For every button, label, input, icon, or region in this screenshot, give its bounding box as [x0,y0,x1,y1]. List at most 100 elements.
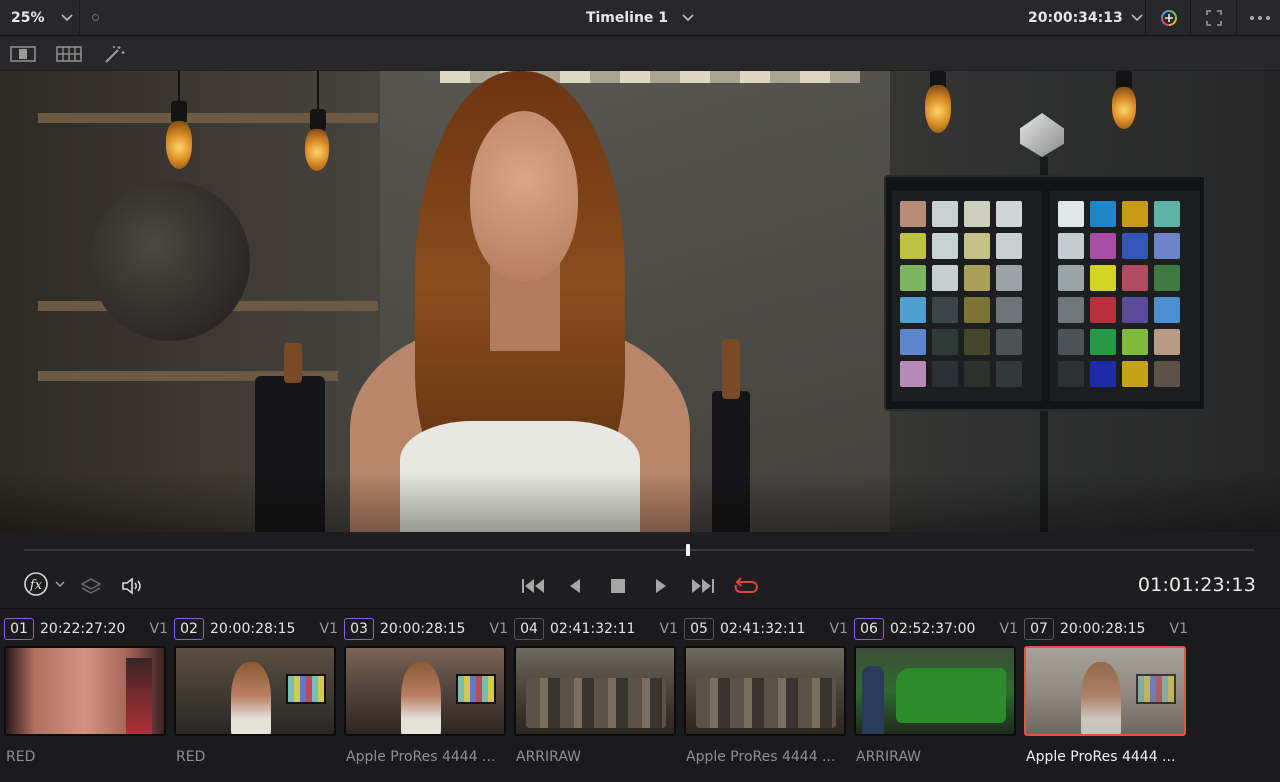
clip-number: 03 [344,618,374,640]
chevron-down-icon [60,10,73,26]
shelf [38,113,378,123]
magic-wand-icon[interactable] [100,43,130,65]
timeline-title: Timeline 1 [585,10,669,26]
clip-card-selected[interactable]: 07 20:00:28:15 V1 Apple ProRes 4444 ... [1022,617,1188,775]
header-timecode: 20:00:34:13 [1028,10,1123,26]
expand-icon[interactable] [1196,0,1232,36]
clip-track: V1 [999,621,1018,637]
clip-thumbnail[interactable] [174,646,336,736]
viewer-toolbar [0,37,1280,70]
zoom-dropdown[interactable]: 25% [0,0,80,36]
divider [1190,0,1191,36]
clip-card[interactable]: 05 02:41:32:11 V1 Apple ProRes 4444 ... [682,617,848,775]
play-reverse-icon[interactable] [562,572,588,600]
light-sensor [1020,113,1064,157]
clip-codec: ARRIRAW [516,749,581,765]
clip-thumbnail[interactable] [854,646,1016,736]
clip-header: 06 02:52:37:00 V1 [854,617,1018,641]
clip-header: 02 20:00:28:15 V1 [174,617,338,641]
clip-thumbnail[interactable] [1024,646,1186,736]
grid-viewer-icon[interactable] [54,43,84,65]
subject-person [330,71,710,532]
color-wheel-icon[interactable] [1150,0,1188,36]
clip-number: 07 [1024,618,1054,640]
clip-card[interactable]: 04 02:41:32:11 V1 ARRIRAW [512,617,678,775]
speaker-icon[interactable] [118,572,146,600]
clip-timecode: 02:41:32:11 [720,621,806,637]
timeline-selector[interactable]: Timeline 1 [520,0,760,36]
clip-timecode: 20:22:27:20 [40,621,126,637]
clip-codec: Apple ProRes 4444 ... [346,749,496,765]
clip-timecode: 20:00:28:15 [210,621,296,637]
divider [1145,0,1146,36]
clip-track: V1 [829,621,848,637]
playhead[interactable] [686,544,691,556]
loop-icon[interactable] [730,572,762,600]
stop-icon[interactable] [604,572,632,600]
single-viewer-icon[interactable] [8,43,38,65]
light-bulb [305,129,329,171]
clip-codec: RED [176,749,206,765]
clip-thumbnail[interactable] [4,646,166,736]
viewer-header: 25% Timeline 1 20:00:34:13 [0,0,1280,36]
more-icon[interactable] [1240,0,1280,36]
thumb-figure [401,662,441,734]
clip-number: 04 [514,618,544,640]
color-checker-chart [884,175,1206,411]
face [470,111,578,281]
clip-track: V1 [149,621,168,637]
clip-card[interactable]: 03 20:00:28:15 V1 Apple ProRes 4444 ... [342,617,508,775]
transport-bar: fx 01:01:23:13 [0,532,1280,608]
fx-button[interactable]: fx [20,572,68,600]
zoom-value: 25% [11,10,45,26]
skip-forward-icon[interactable] [688,572,718,600]
clip-timecode: 02:52:37:00 [890,621,976,637]
divider [1236,0,1237,36]
clip-header: 07 20:00:28:15 V1 [1024,617,1188,641]
clip-thumbnail[interactable] [514,646,676,736]
clip-header: 03 20:00:28:15 V1 [344,617,508,641]
video-viewer[interactable] [0,71,1280,532]
light-bulb [166,121,192,169]
clip-number: 02 [174,618,204,640]
clip-codec: Apple ProRes 4444 ... [1026,749,1176,765]
skip-back-icon[interactable] [518,572,548,600]
bulb-cap [310,109,326,131]
clip-thumbnail[interactable] [344,646,506,736]
clip-header: 01 20:22:27:20 V1 [4,617,168,641]
thumb-figure [126,658,152,734]
clip-card[interactable]: 06 02:52:37:00 V1 ARRIRAW [852,617,1018,775]
clip-card[interactable]: 01 20:22:27:20 V1 RED [2,617,168,775]
checker-pane-right [1050,191,1200,401]
clip-track: V1 [659,621,678,637]
thumb-machinery [526,678,666,728]
clip-codec: ARRIRAW [856,749,921,765]
clip-number: 06 [854,618,884,640]
clip-strip: 01 20:22:27:20 V1 RED 02 20:00:28:15 V1 … [0,608,1280,782]
scrub-bar[interactable] [24,549,1254,551]
clip-number: 01 [4,618,34,640]
clip-track: V1 [489,621,508,637]
clip-codec: Apple ProRes 4444 ... [686,749,836,765]
background-object [90,181,250,341]
thumb-figure [1081,662,1121,734]
thumb-figure [862,666,884,734]
playback-timecode: 01:01:23:13 [1137,574,1256,596]
stand [1040,157,1048,177]
svg-text:fx: fx [29,578,43,593]
clip-header: 04 02:41:32:11 V1 [514,617,678,641]
play-icon[interactable] [648,572,674,600]
thumb-chart [456,674,496,704]
clip-timecode: 20:00:28:15 [1060,621,1146,637]
clip-codec: RED [6,749,36,765]
thumb-machinery [696,678,836,728]
thumb-chart [1136,674,1176,704]
timecode-dropdown[interactable]: 20:00:34:13 [1020,0,1143,36]
clip-thumbnail[interactable] [684,646,846,736]
clip-header: 05 02:41:32:11 V1 [684,617,848,641]
clip-card[interactable]: 02 20:00:28:15 V1 RED [172,617,338,775]
chevron-down-icon [1131,10,1143,26]
chair-post [284,343,302,383]
layers-icon[interactable] [78,572,104,600]
clip-timecode: 02:41:32:11 [550,621,636,637]
